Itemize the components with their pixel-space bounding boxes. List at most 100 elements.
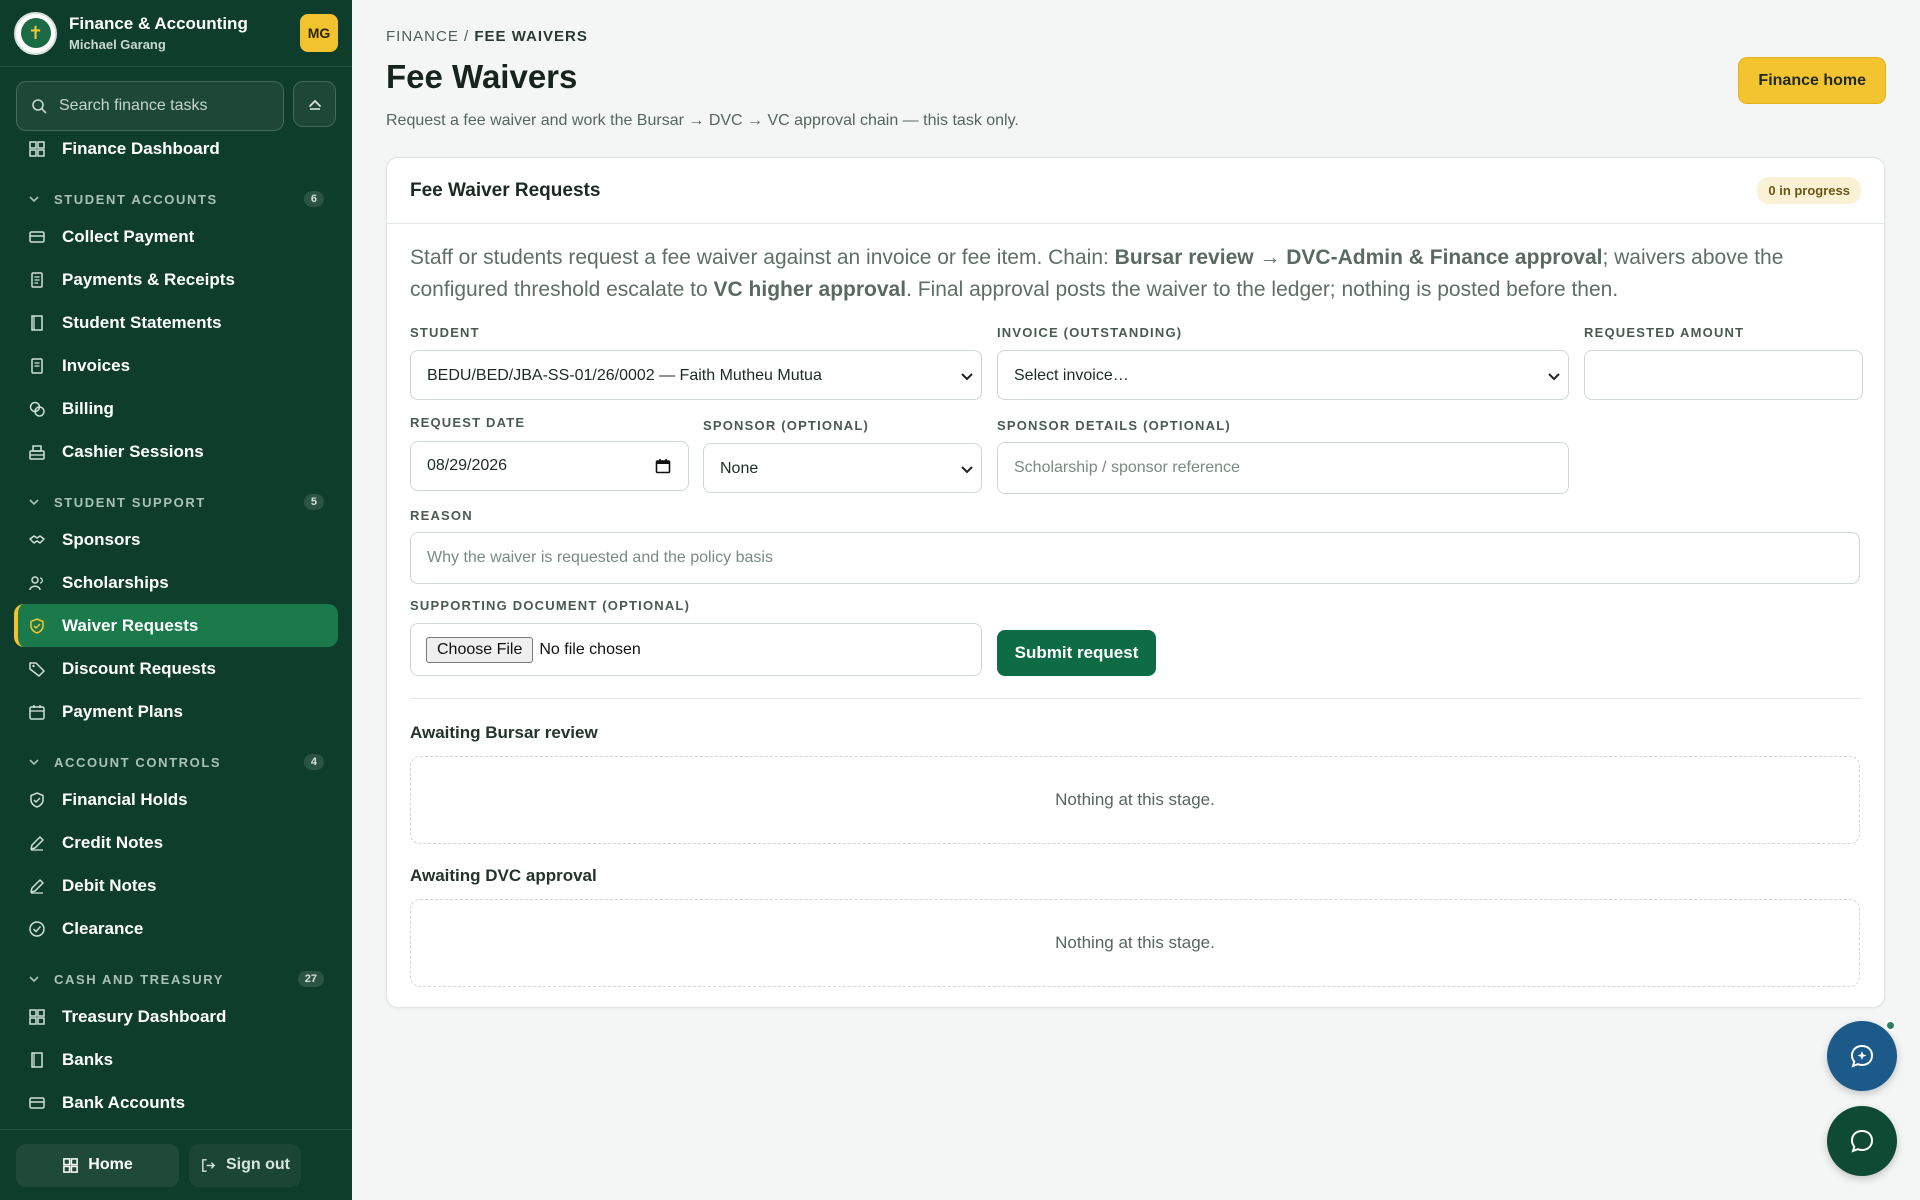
sparkle-chat-icon xyxy=(1850,1044,1874,1068)
book-icon xyxy=(31,314,43,331)
sidebar-item-finance-dashboard[interactable]: Finance Dashboard xyxy=(14,130,338,170)
divider xyxy=(410,698,1861,699)
sidebar-item-label: Debit Notes xyxy=(62,875,157,895)
sidebar-item-financial-holds[interactable]: Financial Holds xyxy=(14,778,338,821)
student-label: STUDENT xyxy=(410,325,480,340)
sidebar-item-label: Billing xyxy=(62,398,114,418)
sidebar-item-scholarships[interactable]: Scholarships xyxy=(14,561,338,604)
breadcrumb-current: FEE WAIVERS xyxy=(474,28,588,45)
section-student-accounts[interactable]: STUDENT ACCOUNTS 6 xyxy=(28,189,324,209)
intro-text: Staff or students request a fee waiver a… xyxy=(410,242,1860,306)
sidebar-item-collect-payment[interactable]: Collect Payment xyxy=(14,215,338,258)
section-cash-and-treasury[interactable]: CASH AND TREASURY 27 xyxy=(28,969,324,989)
sidebar-item-discount-requests[interactable]: Discount Requests xyxy=(14,647,338,690)
sidebar-item-label: Waiver Requests xyxy=(62,615,199,635)
sidebar-item-label: Banks xyxy=(62,1049,114,1069)
submit-request-button[interactable]: Submit request xyxy=(997,630,1156,676)
requested-amount-label: REQUESTED AMOUNT xyxy=(1584,325,1745,340)
sidebar-item-label: Credit Notes xyxy=(62,832,164,852)
invoice-select[interactable]: Select invoice… xyxy=(997,350,1569,400)
file-input[interactable]: Choose File No file chosen xyxy=(410,623,982,676)
section-label: ACCOUNT CONTROLS xyxy=(54,754,222,770)
sidebar-item-treasury-dashboard[interactable]: Treasury Dashboard xyxy=(14,995,338,1038)
chevron-up-icon xyxy=(308,100,321,110)
grid-icon xyxy=(29,140,45,157)
shield-check-icon xyxy=(30,617,44,634)
breadcrumb-root[interactable]: FINANCE xyxy=(386,28,459,45)
intro-text-3: . Final approval posts the waiver to the… xyxy=(906,278,1619,301)
sidebar-footer: Home Sign out xyxy=(0,1129,352,1200)
coins-icon xyxy=(29,401,45,417)
home-button[interactable]: Home xyxy=(16,1143,179,1187)
sidebar-item-label: Treasury Dashboard xyxy=(62,1006,227,1026)
sidebar-item-billing[interactable]: Billing xyxy=(14,387,338,430)
invoice-label: INVOICE (OUTSTANDING) xyxy=(997,325,1183,340)
sidebar-item-clearance[interactable]: Clearance xyxy=(14,907,338,950)
requested-amount-input[interactable] xyxy=(1584,350,1863,400)
invoice-icon xyxy=(31,357,43,374)
fee-waiver-card: Fee Waiver Requests 0 in progress Staff … xyxy=(386,157,1885,1008)
sidebar-item-cashier-sessions[interactable]: Cashier Sessions xyxy=(14,430,338,473)
sidebar-item-sponsors[interactable]: Sponsors xyxy=(14,518,338,561)
sidebar-item-label: Payment Plans xyxy=(62,701,183,721)
card-icon xyxy=(29,1096,45,1109)
handshake-icon xyxy=(29,534,45,544)
student-select[interactable]: BEDU/BED/JBA-SS-01/26/0002 — Faith Muthe… xyxy=(410,350,982,400)
sidebar-item-label: Bank Accounts xyxy=(62,1092,186,1112)
section-count: 27 xyxy=(297,971,324,987)
card-icon xyxy=(29,230,45,243)
stage-title-bursar: Awaiting Bursar review xyxy=(410,723,598,742)
cross-emblem-icon: ✝ xyxy=(20,18,51,48)
sidebar-item-student-statements[interactable]: Student Statements xyxy=(14,301,338,344)
search-box xyxy=(16,81,284,131)
avatar[interactable]: MG xyxy=(300,14,338,52)
tag-icon xyxy=(29,661,45,677)
section-label: STUDENT SUPPORT xyxy=(54,494,206,510)
cash-register-icon xyxy=(29,444,45,460)
sidebar-nav: Finance Dashboard STUDENT ACCOUNTS 6 Col… xyxy=(0,130,352,1129)
sidebar-item-credit-notes[interactable]: Credit Notes xyxy=(14,821,338,864)
sponsor-select[interactable]: None xyxy=(703,443,982,493)
app-title: Finance & Accounting xyxy=(69,14,248,33)
request-date-input[interactable] xyxy=(410,441,689,491)
sidebar-item-invoices[interactable]: Invoices xyxy=(14,344,338,387)
reason-input[interactable] xyxy=(410,532,1860,584)
sidebar-titles: Finance & Accounting Michael Garang xyxy=(69,14,300,52)
sidebar-item-payments-receipts[interactable]: Payments & Receipts xyxy=(14,258,338,301)
grid-icon xyxy=(63,1157,79,1173)
calendar-icon[interactable] xyxy=(655,458,671,474)
sidebar-item-payment-plans[interactable]: Payment Plans xyxy=(14,690,338,733)
ai-assistant-button[interactable] xyxy=(1827,1021,1897,1091)
chevron-down-icon xyxy=(29,196,39,203)
sidebar-item-waiver-requests[interactable]: Waiver Requests xyxy=(14,604,338,647)
sidebar-item-bank-accounts[interactable]: Bank Accounts xyxy=(14,1081,338,1124)
sign-out-button[interactable]: Sign out xyxy=(189,1143,301,1187)
chat-bubble-icon xyxy=(1850,1129,1874,1153)
sidebar-item-debit-notes[interactable]: Debit Notes xyxy=(14,864,338,907)
users-icon xyxy=(29,575,43,590)
stage-title-dvc: Awaiting DVC approval xyxy=(410,866,597,885)
check-circle-icon xyxy=(29,920,45,937)
sidebar-item-label: Sponsors xyxy=(62,529,141,549)
sidebar: ✝ Finance & Accounting Michael Garang MG… xyxy=(0,0,352,1200)
stage-empty-dvc: Nothing at this stage. xyxy=(410,899,1860,987)
sidebar-item-label: Discount Requests xyxy=(62,658,216,678)
sidebar-header: ✝ Finance & Accounting Michael Garang MG xyxy=(0,0,352,67)
shield-check-icon xyxy=(30,791,44,808)
section-label: CASH AND TREASURY xyxy=(54,971,224,987)
collapse-button[interactable] xyxy=(293,81,336,127)
sponsor-label: SPONSOR (OPTIONAL) xyxy=(703,418,870,433)
log-out-icon xyxy=(202,1158,216,1172)
section-account-controls[interactable]: ACCOUNT CONTROLS 4 xyxy=(28,752,324,772)
chevron-down-icon xyxy=(29,976,39,983)
choose-file-button[interactable]: Choose File xyxy=(426,636,534,663)
sidebar-item-banks[interactable]: Banks xyxy=(14,1038,338,1081)
sign-out-label: Sign out xyxy=(226,1156,290,1173)
chat-button[interactable] xyxy=(1827,1106,1897,1176)
card-header: Fee Waiver Requests 0 in progress xyxy=(387,158,1884,224)
section-student-support[interactable]: STUDENT SUPPORT 5 xyxy=(28,492,324,512)
finance-home-button[interactable]: Finance home xyxy=(1738,57,1886,104)
sidebar-item-label: Financial Holds xyxy=(62,789,188,809)
sponsor-details-input[interactable] xyxy=(997,442,1569,494)
search-input[interactable] xyxy=(59,97,269,115)
